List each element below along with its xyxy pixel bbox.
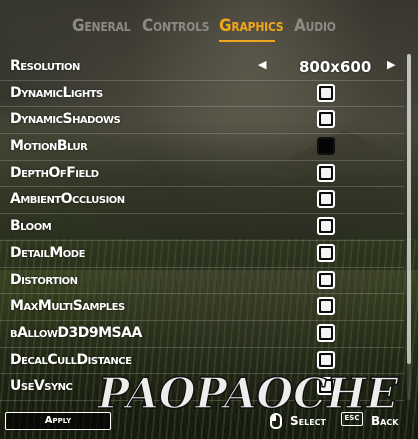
setting-checkbox[interactable]: [317, 137, 335, 156]
setting-checkbox[interactable]: [317, 217, 335, 236]
graphics-settings-list: Resolution ◀ 800x600 ▶ DynamicLights Dyna…: [0, 54, 404, 401]
setting-row: Bloom: [0, 214, 404, 241]
setting-row: DetailMode: [0, 241, 404, 268]
setting-row: bAllowD3D9MSAA: [0, 321, 404, 348]
setting-checkbox[interactable]: [317, 83, 335, 102]
setting-label: DecalCullDistance: [10, 351, 132, 368]
setting-label: DynamicShadows: [10, 111, 121, 128]
setting-label: MaxMultiSamples: [10, 298, 125, 315]
setting-row: MotionBlur: [0, 134, 404, 161]
setting-row: DynamicLights: [0, 81, 404, 108]
setting-checkbox[interactable]: [317, 270, 335, 289]
setting-checkbox[interactable]: [317, 350, 335, 369]
setting-label: bAllowD3D9MSAA: [10, 324, 142, 341]
setting-label: AmbientOcclusion: [10, 191, 125, 208]
setting-row: MaxMultiSamples: [0, 294, 404, 321]
setting-row: DepthOfField: [0, 161, 404, 188]
setting-label: Distortion: [10, 271, 78, 288]
setting-label: Bloom: [10, 218, 52, 235]
triangle-right-icon[interactable]: ▶: [387, 58, 395, 71]
tab-general[interactable]: General: [72, 16, 131, 36]
setting-label: Resolution: [10, 58, 80, 74]
setting-label: DepthOfField: [10, 164, 99, 181]
resolution-value: 800x600: [299, 58, 372, 76]
watermark-text: PAOPAOCHE: [97, 369, 400, 418]
setting-checkbox[interactable]: [317, 190, 335, 209]
active-tab-underline: [219, 40, 275, 42]
setting-row: DynamicShadows: [0, 107, 404, 135]
tab-graphics[interactable]: Graphics: [219, 16, 284, 36]
setting-checkbox[interactable]: [317, 297, 335, 316]
watermark-logo: PAOPAOCHE: [96, 368, 400, 418]
setting-checkbox[interactable]: [317, 243, 335, 262]
setting-label: DynamicLights: [10, 84, 103, 101]
setting-label: DetailMode: [10, 244, 85, 261]
setting-row-resolution: Resolution ◀ 800x600 ▶: [0, 54, 404, 81]
setting-row: Distortion: [0, 268, 404, 295]
setting-checkbox[interactable]: [317, 323, 335, 342]
setting-checkbox[interactable]: [317, 110, 335, 129]
setting-label: UseVsync: [10, 378, 73, 395]
setting-label: MotionBlur: [10, 138, 88, 155]
tab-audio[interactable]: Audio: [294, 16, 336, 36]
scrollbar-track[interactable]: [407, 54, 411, 400]
setting-row: AmbientOcclusion: [0, 187, 404, 215]
scrollbar-thumb[interactable]: [407, 54, 411, 364]
tab-bar: General Controls Graphics Audio: [0, 16, 418, 42]
triangle-left-icon[interactable]: ◀: [258, 58, 266, 71]
setting-checkbox[interactable]: [317, 163, 335, 182]
tab-controls[interactable]: Controls: [142, 16, 210, 36]
